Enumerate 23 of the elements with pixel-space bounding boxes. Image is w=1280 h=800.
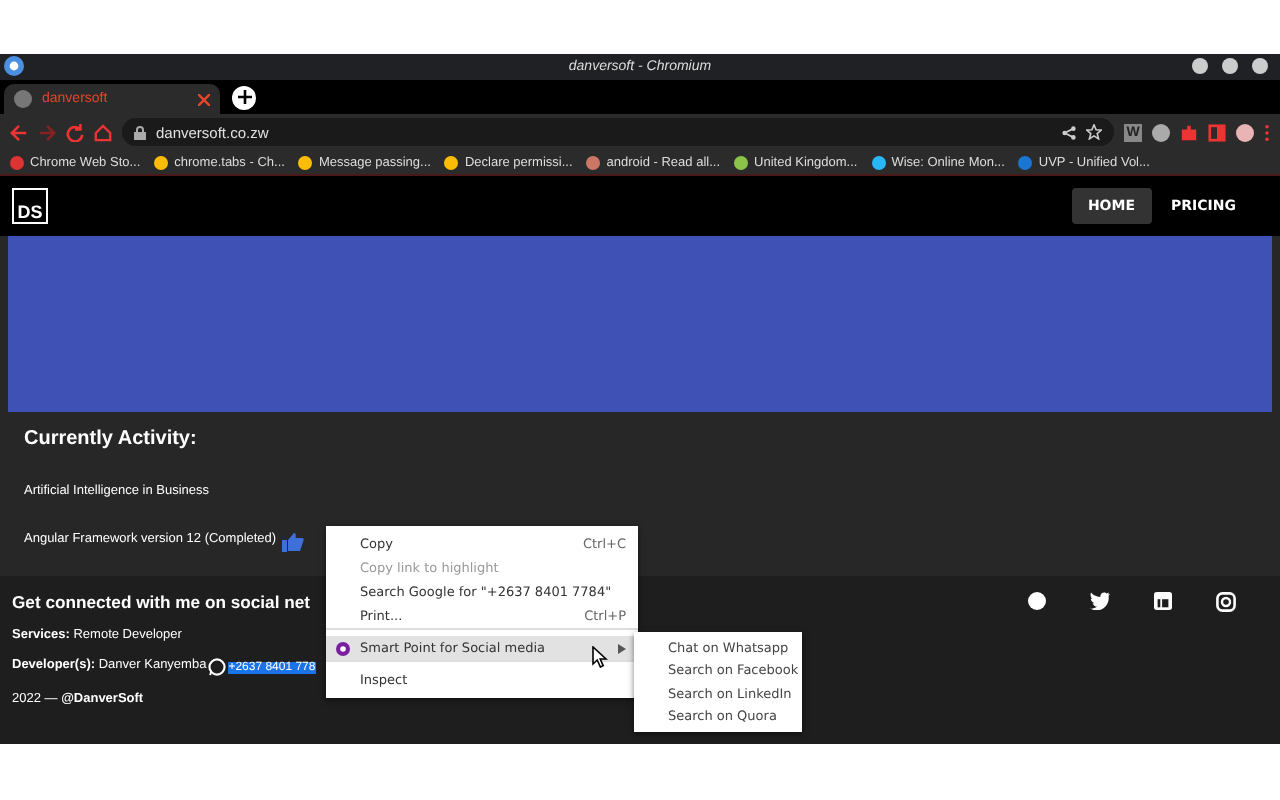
cursor-icon xyxy=(592,646,608,668)
close-icon[interactable] xyxy=(198,93,210,105)
lock-icon xyxy=(134,125,146,139)
linkedin-icon[interactable] xyxy=(1154,592,1172,610)
submenu-arrow-icon xyxy=(618,643,626,653)
footer-heading: Get connected with me on social net xyxy=(12,592,310,612)
more-icon[interactable] xyxy=(1264,123,1270,141)
star-icon[interactable] xyxy=(1086,124,1102,140)
share-icon[interactable] xyxy=(1062,125,1076,139)
whatsapp-icon xyxy=(208,658,227,676)
minimize-button[interactable] xyxy=(1192,58,1208,74)
new-tab-button[interactable] xyxy=(232,85,256,109)
home-icon[interactable] xyxy=(94,123,112,141)
twitter-icon[interactable] xyxy=(1090,592,1110,610)
maximize-button[interactable] xyxy=(1222,58,1238,74)
sidebar-icon[interactable] xyxy=(1208,123,1226,141)
instagram-icon[interactable] xyxy=(1216,592,1236,612)
avatar-icon xyxy=(1236,123,1254,141)
close-button[interactable] xyxy=(1252,58,1268,74)
section-heading: Currently Activity: xyxy=(24,428,199,450)
site-logo[interactable]: DS xyxy=(12,188,48,224)
reload-icon[interactable] xyxy=(66,123,84,141)
back-icon[interactable] xyxy=(10,123,28,141)
